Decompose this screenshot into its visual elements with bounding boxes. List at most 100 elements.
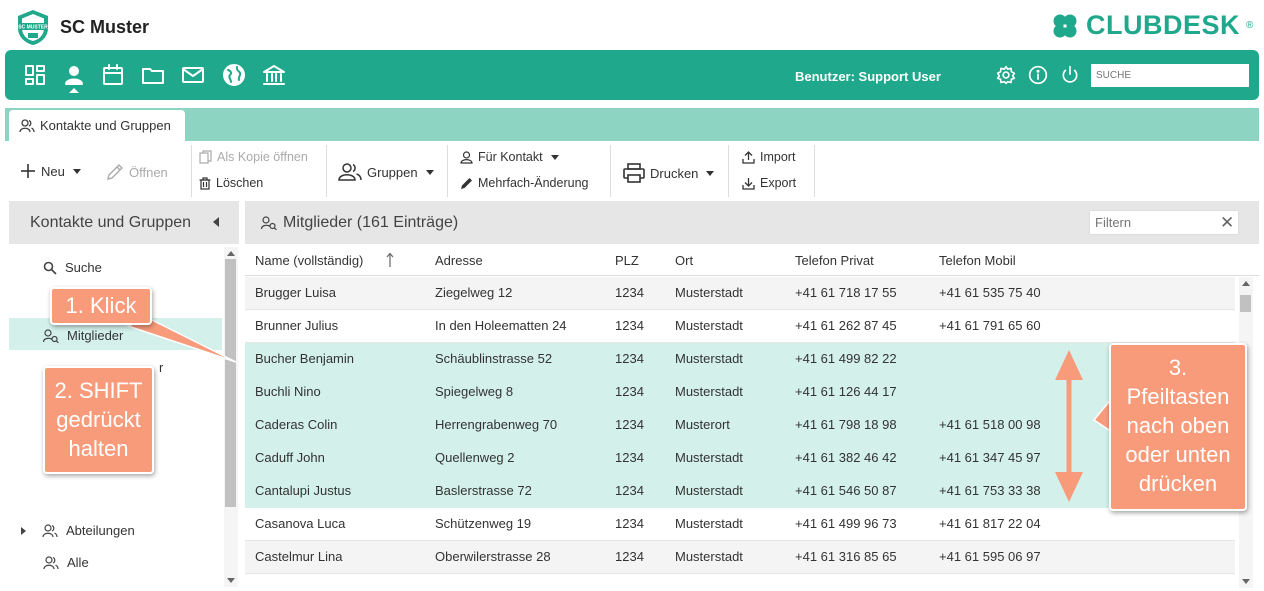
scroll-up-icon[interactable] <box>1242 281 1250 286</box>
table-row[interactable]: Brunner Julius In den Holeematten 24 1234 M… <box>245 310 1235 343</box>
pencil-icon <box>461 177 472 189</box>
column-header-telefon-mobil[interactable]: Telefon Mobil <box>939 253 1016 268</box>
loeschen-button[interactable]: Löschen <box>199 176 263 190</box>
tree-node-mitglieder[interactable]: Mitglieder <box>43 328 123 343</box>
cell-ort: Musterstadt <box>675 351 743 366</box>
cell-adresse: Herrengrabenweg 70 <box>435 417 558 432</box>
loeschen-label: Löschen <box>216 176 264 190</box>
cell-ort: Musterstadt <box>675 483 743 498</box>
global-search-input[interactable] <box>1091 64 1249 87</box>
gruppen-button[interactable]: Gruppen <box>338 163 434 181</box>
members-search-icon <box>261 215 277 230</box>
pencil-icon <box>107 164 123 180</box>
column-header-telefon-privat[interactable]: Telefon Privat <box>795 253 874 268</box>
tree-node-label: Alle <box>67 555 89 570</box>
callout-step-2-line: halten <box>68 436 129 461</box>
scroll-up-icon[interactable] <box>227 251 235 256</box>
trash-icon <box>199 176 211 190</box>
left-scrollbar[interactable] <box>224 247 238 587</box>
globe-icon[interactable] <box>222 63 246 87</box>
dashboard-icon[interactable] <box>23 63 47 87</box>
grid-scroll-thumb[interactable] <box>1240 295 1251 312</box>
fuer-kontakt-button[interactable]: Für Kontakt <box>460 150 559 164</box>
mail-icon[interactable] <box>181 63 205 87</box>
cell-privat: +41 61 718 17 55 <box>795 285 897 300</box>
tree-node-suche[interactable]: Suche <box>43 260 102 275</box>
cell-ort: Musterstadt <box>675 516 743 531</box>
tree-node-abteilungen[interactable]: Abteilungen <box>21 523 135 538</box>
cell-ort: Musterort <box>675 417 730 432</box>
grid-title: Mitglieder (161 Einträge) <box>283 213 459 231</box>
members-grid: Name (vollständig) Adresse PLZ Ort Telef… <box>245 244 1259 588</box>
gruppen-label: Gruppen <box>367 164 418 180</box>
cell-adresse: Schäublinstrasse 52 <box>435 351 553 366</box>
close-icon[interactable]: ✕ <box>1220 213 1234 233</box>
callout-step-3-line: Pfeiltasten <box>1126 384 1230 409</box>
table-row[interactable]: Brugger Luisa Ziegelweg 12 1234 Musterstadt… <box>245 277 1235 310</box>
column-header-ort[interactable]: Ort <box>675 253 693 268</box>
table-row[interactable]: Casanova Luca Schützenweg 19 1234 Mustersta… <box>245 508 1235 541</box>
calendar-icon[interactable] <box>101 63 125 87</box>
cell-mobil: +41 61 535 75 40 <box>939 285 1041 300</box>
main-navbar: Benutzer: Support User <box>5 50 1259 100</box>
table-row[interactable]: Buchli Nino Spiegelweg 8 1234 Musterstadt +4… <box>245 376 1235 409</box>
filter-input[interactable] <box>1089 210 1239 235</box>
left-panel-header: Kontakte und Gruppen <box>9 201 239 244</box>
chevron-right-icon[interactable] <box>21 526 26 535</box>
tab-strip: Kontakte und Gruppen <box>5 108 1259 141</box>
scroll-down-icon[interactable] <box>227 578 235 583</box>
cell-mobil: +41 61 518 00 98 <box>939 417 1041 432</box>
callout-step-3-line: drücken <box>1138 471 1218 496</box>
group-icon <box>338 163 362 181</box>
als-kopie-button[interactable]: Als Kopie öffnen <box>199 150 308 164</box>
callout-step-2-line: gedrückt <box>56 407 141 432</box>
bank-icon[interactable] <box>262 63 286 87</box>
export-button[interactable]: Export <box>742 176 796 190</box>
callout-step-1-text: 1. Klick <box>65 293 137 318</box>
download-icon <box>742 177 755 190</box>
cell-privat: +41 61 262 87 45 <box>795 318 897 333</box>
cell-plz: 1234 <box>615 450 644 465</box>
folder-icon[interactable] <box>141 63 165 87</box>
contacts-icon <box>19 118 35 132</box>
als-kopie-label: Als Kopie öffnen <box>217 150 308 164</box>
mehrfach-aenderung-button[interactable]: Mehrfach-Änderung <box>460 176 588 190</box>
table-row[interactable]: Cantalupi Justus Baslerstrasse 72 1234 Must… <box>245 475 1235 508</box>
person-icon[interactable] <box>62 63 86 93</box>
cell-privat: +41 61 499 82 22 <box>795 351 897 366</box>
column-header-name[interactable]: Name (vollständig) <box>255 253 363 268</box>
club-name: SC Muster <box>60 17 150 37</box>
group-icon <box>43 555 59 569</box>
tab-kontakte-und-gruppen[interactable]: Kontakte und Gruppen <box>9 110 185 141</box>
cell-plz: 1234 <box>615 318 644 333</box>
tree-node-label: r <box>159 360 164 375</box>
cell-mobil: +41 61 347 45 97 <box>939 450 1041 465</box>
column-header-plz[interactable]: PLZ <box>615 253 639 268</box>
drucken-button[interactable]: Drucken <box>623 163 715 183</box>
cell-plz: 1234 <box>615 417 644 432</box>
import-button[interactable]: Import <box>742 150 795 164</box>
scroll-down-icon[interactable] <box>1242 579 1250 584</box>
table-row[interactable]: Caduff John Quellenweg 2 1234 Musterstadt +4… <box>245 442 1235 475</box>
table-row[interactable]: Caderas Colin Herrengrabenweg 70 1234 Muste… <box>245 409 1235 442</box>
chevron-down-icon <box>550 154 559 160</box>
cell-ort: Musterstadt <box>675 549 743 564</box>
power-icon[interactable] <box>1060 65 1080 85</box>
sort-asc-icon[interactable] <box>386 252 394 268</box>
toolbar-divider <box>610 145 611 197</box>
mehrfach-label: Mehrfach-Änderung <box>478 176 589 190</box>
info-icon[interactable] <box>1028 65 1048 85</box>
gear-icon[interactable] <box>996 65 1016 85</box>
table-row[interactable]: Castelmur Lina Oberwilerstrasse 28 1234 Mus… <box>245 541 1235 574</box>
tree-node-alle[interactable]: Alle <box>43 555 89 570</box>
neu-button[interactable]: Neu <box>20 163 81 179</box>
column-header-adresse[interactable]: Adresse <box>435 253 483 268</box>
printer-icon <box>623 163 645 183</box>
tree-node-partial[interactable]: r <box>159 360 163 375</box>
callout-step-3-line: nach oben <box>1126 413 1230 438</box>
oeffnen-button[interactable]: Öffnen <box>106 163 168 181</box>
left-scroll-thumb[interactable] <box>225 259 236 507</box>
collapse-left-icon[interactable] <box>213 217 219 227</box>
toolbar-divider <box>326 145 327 197</box>
table-row[interactable]: Bucher Benjamin Schäublinstrasse 52 1234 Mu… <box>245 343 1235 376</box>
